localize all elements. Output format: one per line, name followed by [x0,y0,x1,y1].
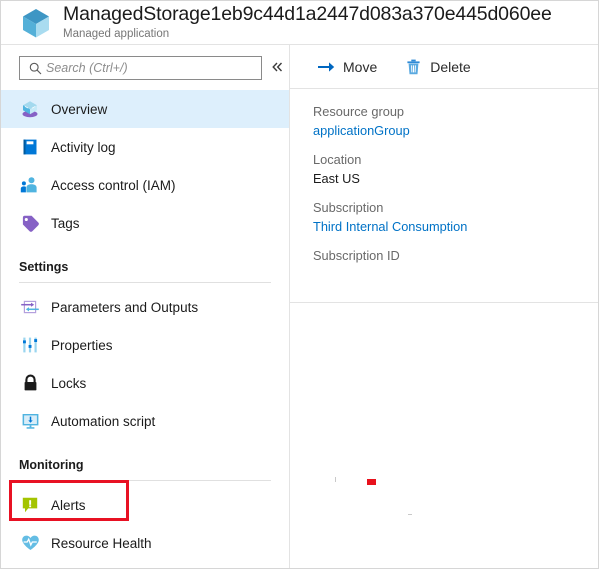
blade-body-empty-area [290,303,598,568]
resource-group-link[interactable]: applicationGroup [313,121,598,140]
sidebar-item-label: Parameters and Outputs [51,299,199,315]
field-label: Subscription [313,200,384,215]
sidebar-item-automation-script[interactable]: Automation script [1,402,289,440]
essentials-properties: Resource group applicationGroup Location… [290,89,598,303]
field-label: Location [313,152,362,167]
subscription-id-value [313,265,598,284]
sidebar-item-label: Locks [51,375,87,391]
blade-content-pane: Move Delete Resource group applicationGr… [290,45,598,568]
render-artifact-mark [408,514,412,515]
sidebar-item-locks[interactable]: Locks [1,364,289,402]
command-toolbar: Move Delete [290,45,598,89]
sidebar-item-label: Activity log [51,139,116,155]
sidebar-group-title: Settings [19,260,69,274]
render-artifact-mark [335,477,336,482]
move-arrow-icon [316,58,336,76]
blade-header-text: ManagedStorage1eb9c44d1a2447d083a370e445… [63,3,552,40]
properties-sliders-icon [17,333,43,357]
toolbar-button-label: Delete [430,58,471,75]
nav-list: Overview Activity log Access control (IA… [1,90,289,562]
sidebar-item-access-control[interactable]: Access control (IAM) [1,166,289,204]
subscription-link[interactable]: Third Internal Consumption [313,217,598,236]
sidebar-group-divider [19,282,271,283]
sidebar-item-label: Properties [51,337,113,353]
sidebar-item-parameters-and-outputs[interactable]: Parameters and Outputs [1,288,289,326]
sidebar-item-overview[interactable]: Overview [1,90,289,128]
location-value: East US [313,171,360,186]
field-subscription-id: Subscription ID [313,247,598,284]
blade-header: ManagedStorage1eb9c44d1a2447d083a370e445… [1,1,598,45]
field-label: Subscription ID [313,248,400,263]
field-label: Resource group [313,104,405,119]
page-subtitle: Managed application [63,27,170,40]
sidebar-item-label: Access control (IAM) [51,177,176,193]
search-row [1,45,289,89]
double-chevron-left-icon[interactable] [267,57,287,77]
overview-cube-icon [17,97,43,121]
sidebar-item-activity-log[interactable]: Activity log [1,128,289,166]
alerts-bubble-icon [17,493,43,517]
sidebar-group-monitoring-header: Monitoring [1,440,289,474]
search-icon [24,62,46,75]
tag-icon [17,211,43,235]
search-input[interactable] [46,61,246,75]
activity-log-book-icon [17,135,43,159]
toolbar-button-label: Move [343,58,378,75]
sidebar-group-settings-header: Settings [1,242,289,276]
search-box[interactable] [19,56,262,80]
sidebar-item-tags[interactable]: Tags [1,204,289,242]
sidebar-item-label: Resource Health [51,535,152,551]
delete-button[interactable]: Delete [397,52,476,82]
sidebar-item-alerts[interactable]: Alerts [1,486,289,524]
page-title: ManagedStorage1eb9c44d1a2447d083a370e445… [63,3,552,25]
sidebar-item-properties[interactable]: Properties [1,326,289,364]
managed-application-cube-icon [13,2,59,44]
parameters-arrows-icon [17,295,43,319]
delete-trash-icon [403,58,423,76]
sidebar-item-label: Automation script [51,413,156,429]
azure-portal-blade: ManagedStorage1eb9c44d1a2447d083a370e445… [0,0,599,569]
field-location: Location East US [313,151,598,188]
left-navigation-pane: Overview Activity log [1,45,290,568]
sidebar-item-label: Tags [51,215,80,231]
resource-health-heart-icon [17,531,43,555]
render-artifact-red-mark [367,479,376,485]
lock-icon [17,371,43,395]
sidebar-item-label: Overview [51,101,108,117]
field-subscription: Subscription Third Internal Consumption [313,199,598,236]
access-control-people-icon [17,173,43,197]
automation-script-monitor-icon [17,409,43,433]
field-resource-group: Resource group applicationGroup [313,103,598,140]
move-button[interactable]: Move [310,52,383,82]
sidebar-item-resource-health[interactable]: Resource Health [1,524,289,562]
sidebar-group-title: Monitoring [19,458,84,472]
sidebar-item-label: Alerts [51,497,86,513]
sidebar-group-divider [19,480,271,481]
